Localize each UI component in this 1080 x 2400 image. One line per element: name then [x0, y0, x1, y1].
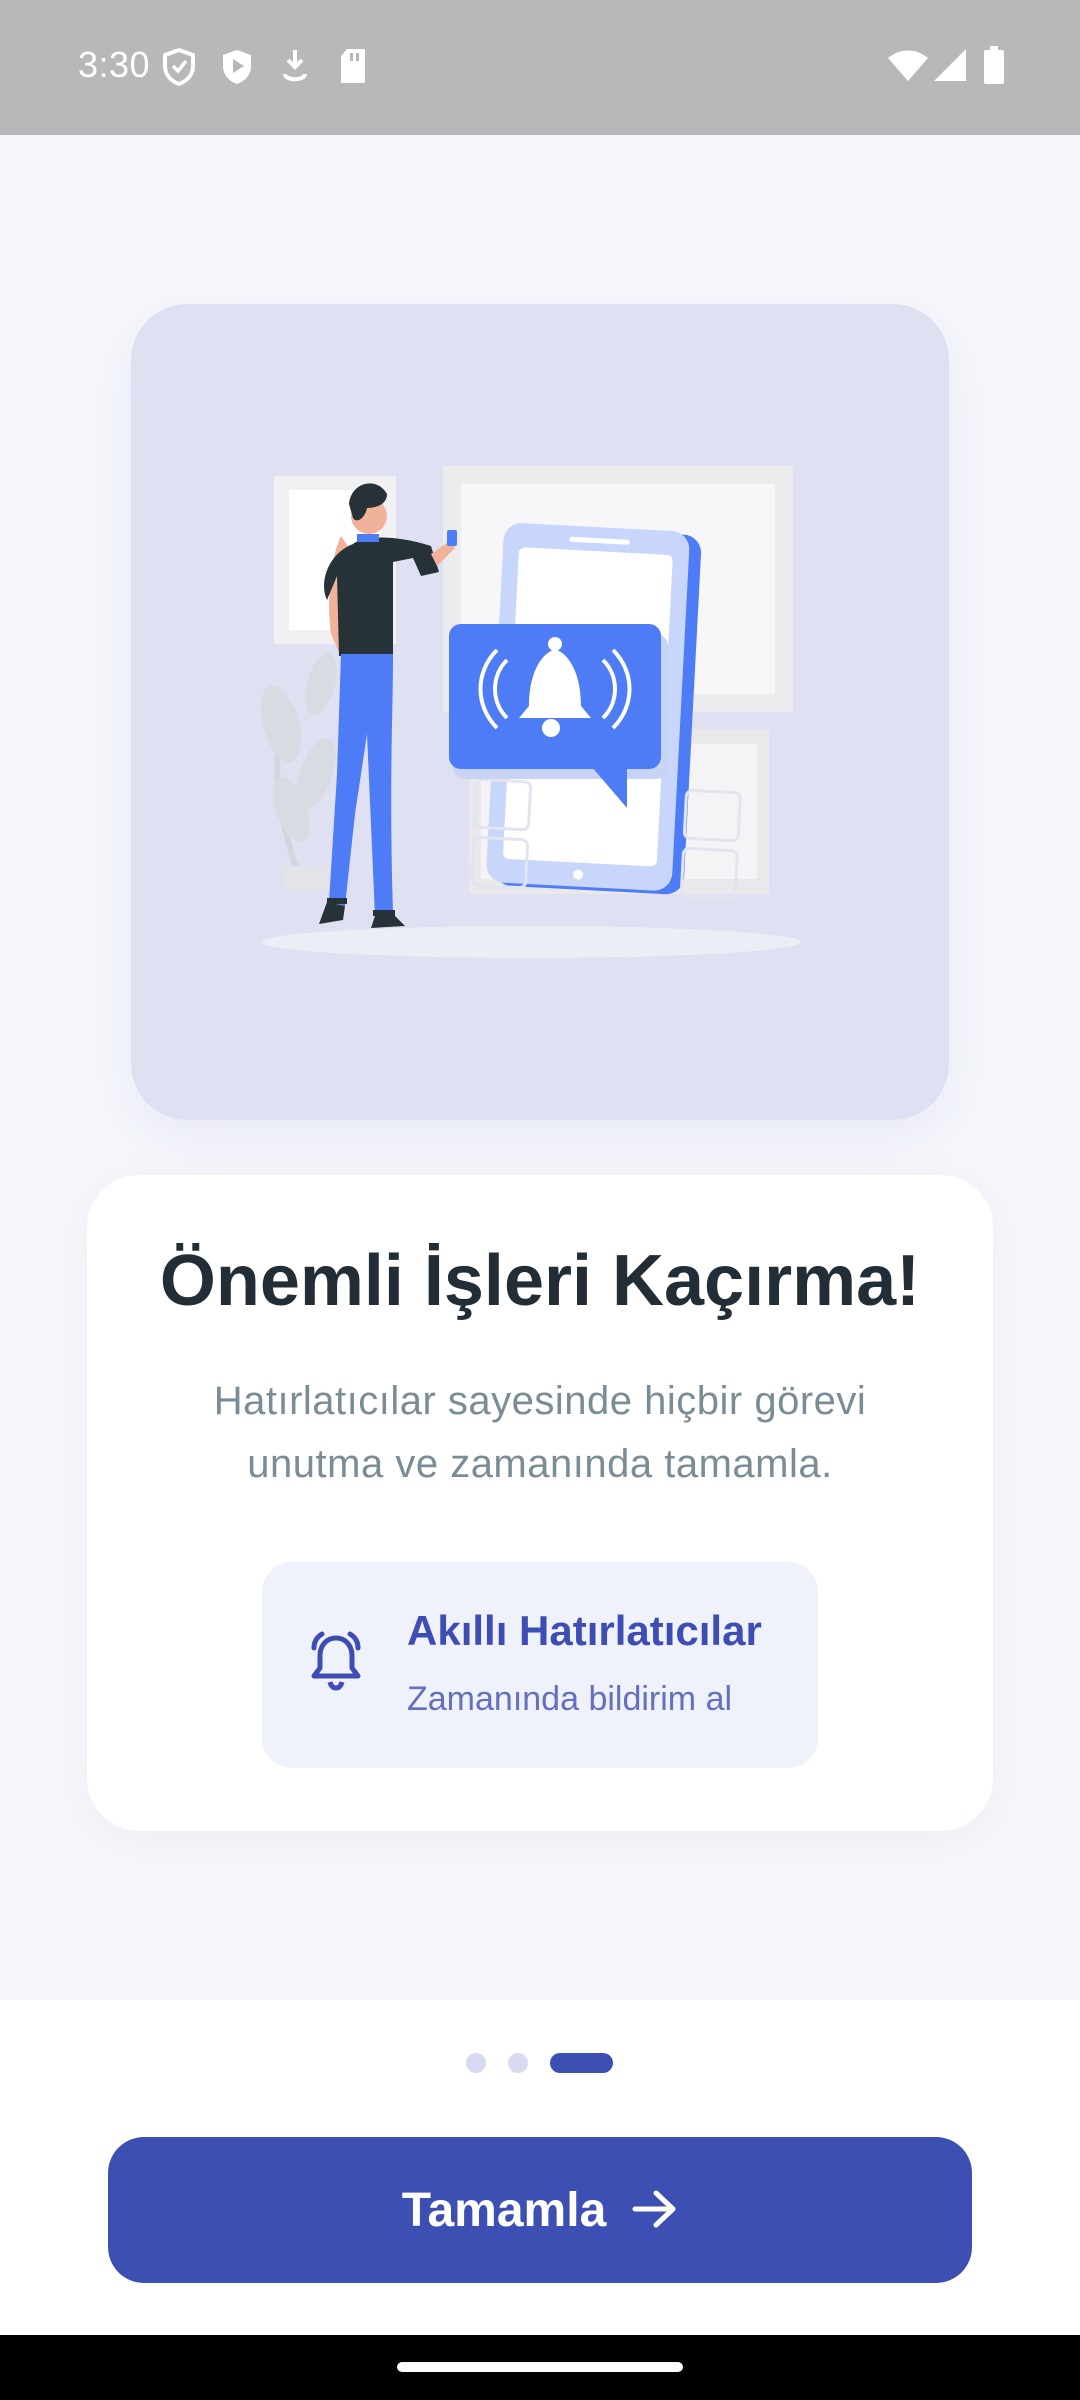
feature-title: Akıllı Hatırlatıcılar: [407, 1607, 762, 1654]
feature-highlight: Akıllı Hatırlatıcılar Zamanında bildirim…: [262, 1562, 818, 1768]
page-dot-2[interactable]: [508, 2053, 528, 2073]
onboarding-screen: 3:30 Önemli İşleri Kaçırma! Hatırlatıcıl…: [0, 0, 1080, 2400]
wifi-icon: [888, 50, 928, 87]
status-time: 3:30: [78, 44, 151, 85]
illustration-card: [131, 304, 949, 1120]
bottom-actions: Tamamla: [0, 2000, 1080, 2335]
page-subtitle: Hatırlatıcılar sayesinde hiçbir görevi u…: [213, 1379, 867, 1486]
notification-bell-illustration: [260, 466, 801, 958]
battery-icon: [984, 46, 1004, 89]
feature-subtitle: Zamanında bildirim al: [407, 1680, 733, 1718]
arrow-right-icon: [632, 2189, 678, 2232]
shield-icon: [162, 47, 196, 91]
alarm-bell-icon: [304, 1628, 368, 1697]
system-nav-bar: [0, 2335, 1080, 2400]
sd-card-icon: [338, 48, 368, 89]
complete-button[interactable]: Tamamla: [108, 2137, 972, 2283]
onboarding-card: Önemli İşleri Kaçırma! Hatırlatıcılar sa…: [87, 1175, 993, 1831]
play-shield-icon: [220, 48, 254, 91]
download-icon: [282, 48, 308, 89]
page-dot-3-active[interactable]: [550, 2053, 613, 2073]
complete-button-label: Tamamla: [401, 2183, 607, 2237]
home-gesture-handle[interactable]: [397, 2362, 683, 2372]
page-indicator: [466, 2053, 616, 2073]
signal-icon: [933, 48, 967, 87]
page-dot-1[interactable]: [466, 2053, 486, 2073]
page-title: Önemli İşleri Kaçırma!: [159, 1241, 921, 1321]
status-bar: 3:30: [0, 0, 1080, 135]
